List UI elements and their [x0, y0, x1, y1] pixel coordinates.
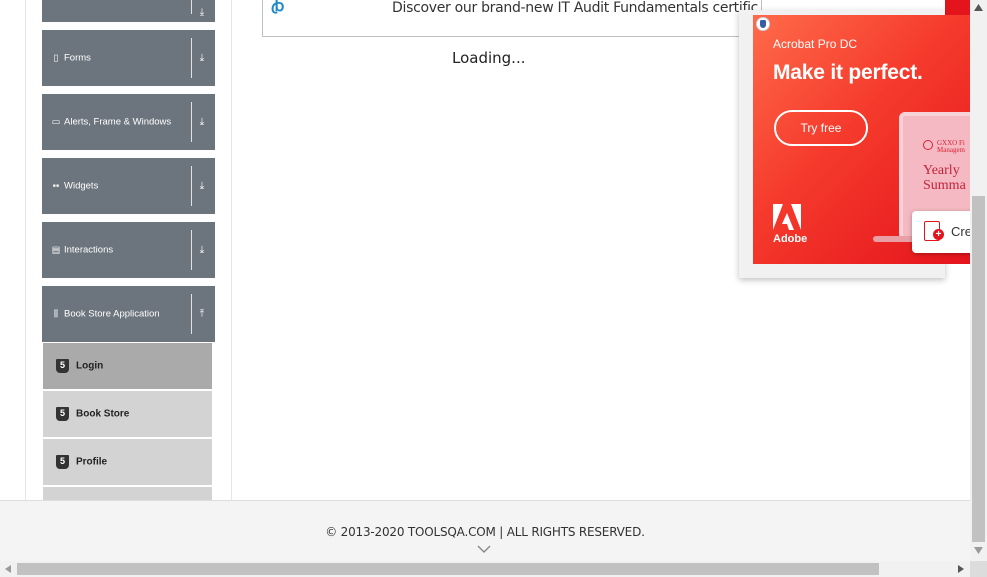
sidebar-item-partial[interactable]: [43, 487, 212, 500]
sidebar-group-label: Widgets: [64, 180, 99, 192]
try-free-button[interactable]: Try free: [774, 110, 868, 146]
books-icon: ⫼: [53, 308, 59, 319]
laptop-title-line1: Yearly: [923, 163, 960, 178]
sidebar-item-label: Login: [76, 360, 104, 372]
sidebar-item-login[interactable]: 5 Login: [43, 343, 212, 389]
plus-icon: +: [933, 229, 944, 240]
divider: [191, 166, 192, 206]
page: ⤓ ▯ Forms ⤓ ▭ Alerts, Frame & Windows ⤓ …: [0, 0, 987, 577]
copyright-text: © 2013-2020 TOOLSQA.COM | ALL RIGHTS RES…: [325, 525, 645, 539]
divider: [191, 0, 192, 14]
horizontal-scrollbar[interactable]: [0, 561, 970, 577]
adobe-logo-icon: [773, 204, 801, 230]
html5-icon: 5: [56, 455, 69, 469]
horizontal-scroll-thumb[interactable]: [17, 563, 879, 575]
scroll-up-arrow-icon[interactable]: [973, 3, 984, 12]
ad-choices-icon[interactable]: [756, 17, 770, 31]
banner-logo: ꞗ: [271, 0, 286, 15]
sidebar-border-left: [25, 0, 26, 500]
list-icon: ▤: [51, 244, 61, 255]
create-label: Cre: [951, 224, 970, 239]
adobe-ad[interactable]: Acrobat Pro DC Make it perfect. Try free…: [753, 15, 970, 264]
top-banner-ad[interactable]: ꞗ Discover our brand-new IT Audit Fundam…: [262, 0, 762, 37]
scroll-left-arrow-icon[interactable]: [4, 564, 12, 574]
download-arrow-icon[interactable]: ⤓: [196, 53, 208, 64]
sidebar-group-elements[interactable]: ⤓: [42, 0, 215, 22]
sidebar-item-book-store[interactable]: 5 Book Store: [43, 391, 212, 437]
sidebar-group-label: Forms: [64, 52, 91, 64]
divider: [191, 230, 192, 270]
divider: [191, 294, 192, 334]
sidebar-item-label: Profile: [76, 456, 108, 468]
create-pdf-card: + Cre: [912, 211, 970, 253]
sidebar-group-label: Interactions: [64, 244, 114, 256]
ad-headline: Make it perfect.: [773, 61, 923, 84]
sidebar-border-right: [231, 0, 232, 500]
sidebar-item-profile[interactable]: 5 Profile: [43, 439, 212, 485]
vertical-scrollbar[interactable]: [970, 0, 987, 561]
document-icon: ▯: [53, 52, 59, 63]
sidebar-group-book-store-application[interactable]: ⫼ Book Store Application ⤒: [42, 286, 215, 342]
scrollbar-corner: [970, 561, 987, 577]
html5-icon: 5: [56, 359, 69, 373]
sidebar-group-alerts-frame-windows[interactable]: ▭ Alerts, Frame & Windows ⤓: [42, 94, 215, 150]
laptop-brand-text: GXXO Fi Managem: [937, 139, 965, 154]
html5-icon: 5: [56, 407, 69, 421]
ad-product-name: Acrobat Pro DC: [773, 37, 858, 51]
download-arrow-icon[interactable]: ⤓: [196, 7, 208, 18]
adobe-logo-text: Adobe: [773, 233, 808, 245]
upload-arrow-icon[interactable]: ⤒: [196, 309, 208, 320]
brand-logo-icon: [923, 140, 933, 150]
divider: [191, 102, 192, 142]
sidebar-group-widgets[interactable]: ▪▪ Widgets ⤓: [42, 158, 215, 214]
ad-close-strip[interactable]: [945, 0, 970, 15]
loading-text: Loading...: [452, 49, 526, 67]
divider: [191, 38, 192, 78]
download-arrow-icon[interactable]: ⤓: [196, 117, 208, 128]
download-arrow-icon[interactable]: ⤓: [196, 181, 208, 192]
chevron-down-icon[interactable]: [477, 544, 491, 554]
scroll-right-arrow-icon[interactable]: [957, 564, 965, 574]
sidebar-group-interactions[interactable]: ▤ Interactions ⤓: [42, 222, 215, 278]
vertical-scroll-thumb[interactable]: [972, 196, 985, 542]
banner-text: Discover our brand-new IT Audit Fundamen…: [392, 0, 759, 16]
sidebar-item-label: Book Store: [76, 408, 130, 420]
sidebar-group-forms[interactable]: ▯ Forms ⤓: [42, 30, 215, 86]
sidebar-group-label: Alerts, Frame & Windows: [64, 116, 172, 128]
sidebar-group-label: Book Store Application: [64, 308, 160, 320]
window-icon: ▭: [51, 116, 61, 127]
scroll-down-arrow-icon[interactable]: [973, 546, 984, 555]
footer: © 2013-2020 TOOLSQA.COM | ALL RIGHTS RES…: [0, 500, 970, 561]
download-arrow-icon[interactable]: ⤓: [196, 245, 208, 256]
grid-icon: ▪▪: [52, 180, 60, 191]
laptop-title-line2: Summa: [923, 178, 966, 193]
